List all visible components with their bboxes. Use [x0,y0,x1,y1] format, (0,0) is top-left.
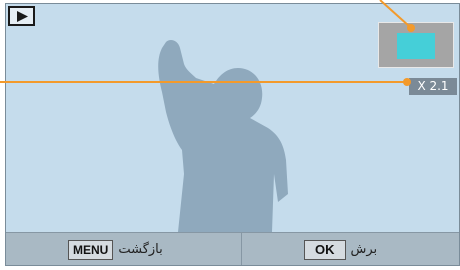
back-label: بازگشت [118,242,163,257]
crop-label: برش [350,242,378,257]
crop-softkey[interactable]: OK برش [304,233,378,265]
zoom-navigation-window [378,22,454,68]
camera-lcd-screen: X 2.1 MENU بازگشت OK برش [5,3,460,266]
playback-mode-indicator [8,6,35,26]
ok-key-icon: OK [304,239,346,260]
bottom-softkey-bar: MENU بازگشت OK برش [6,232,459,265]
play-triangle-icon [17,11,28,22]
back-softkey[interactable]: MENU بازگشت [68,233,163,265]
zoom-ratio-label: X 2.1 [409,78,457,95]
zoom-visible-area [397,33,435,59]
menu-key-icon: MENU [68,239,114,260]
bar-divider [241,233,242,265]
